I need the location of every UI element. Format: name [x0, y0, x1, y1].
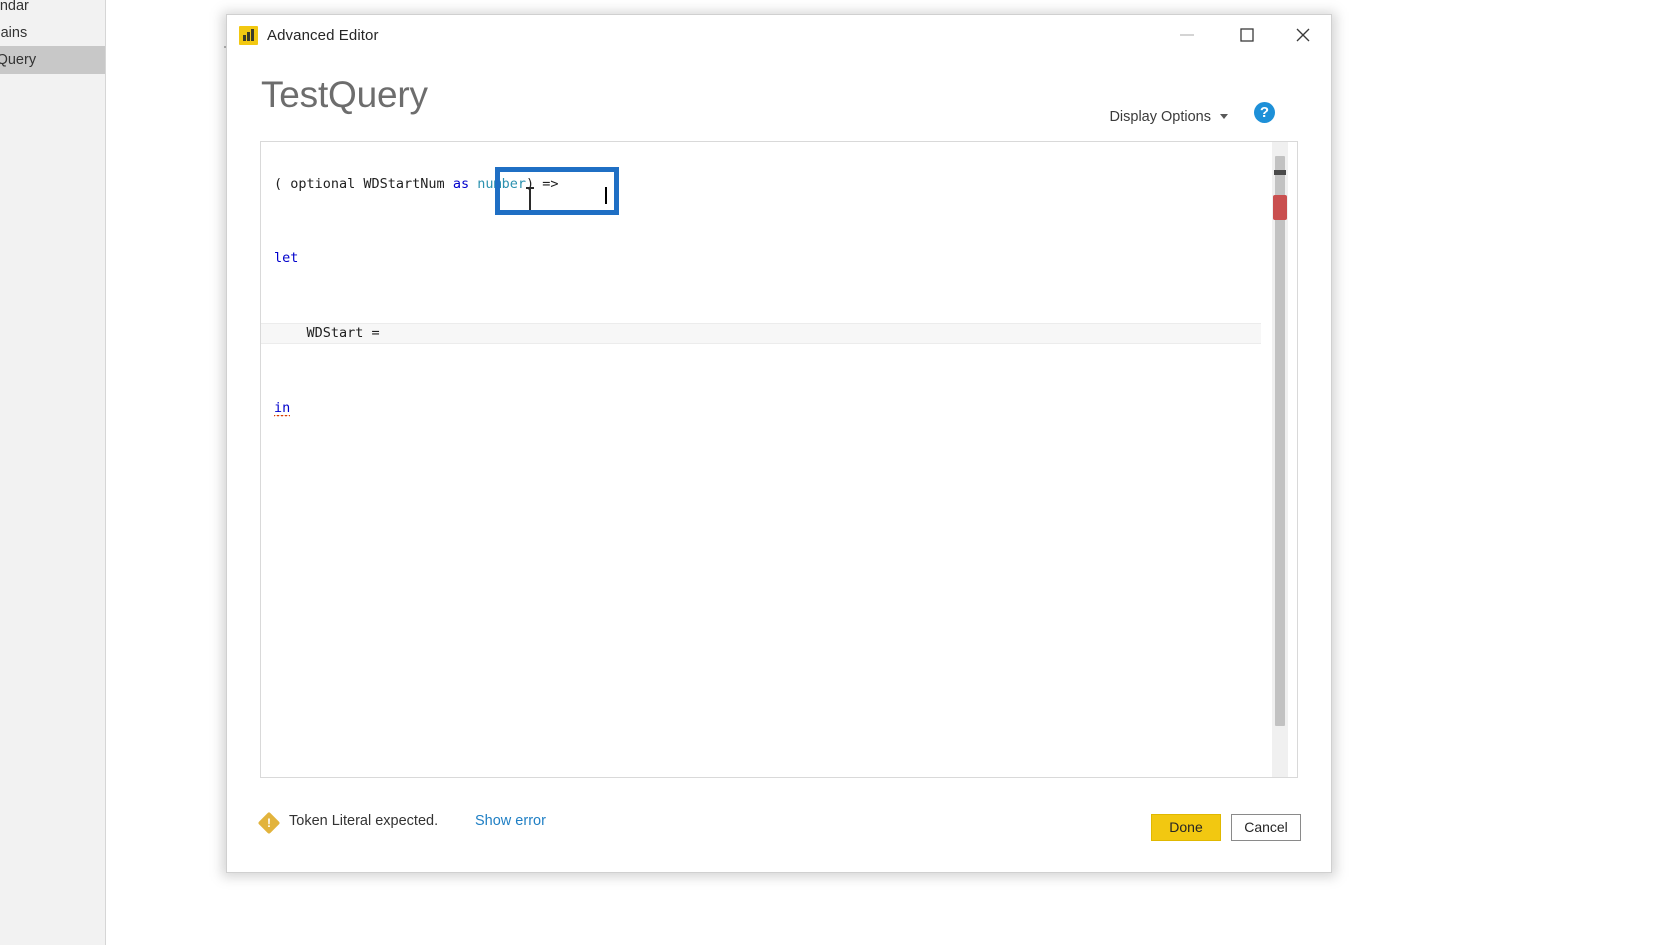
code-token-type: number — [477, 176, 526, 192]
code-token: WDStart = — [274, 325, 388, 341]
advanced-editor-dialog: Advanced Editor TestQuery Display Option… — [226, 14, 1332, 873]
dialog-title-bar: Advanced Editor — [227, 15, 1331, 56]
mouse-ibeam-cursor — [526, 187, 534, 213]
done-button[interactable]: Done — [1151, 814, 1221, 841]
query-list-item-selected[interactable]: TestQuery — [0, 46, 105, 74]
code-line-active: WDStart = — [261, 323, 1261, 344]
close-icon — [1296, 28, 1310, 42]
scrollbar-thumb[interactable] — [1275, 156, 1285, 726]
close-button[interactable] — [1279, 15, 1327, 56]
show-error-link[interactable]: Show error — [475, 813, 546, 829]
scrollbar-cursor-marker — [1274, 170, 1286, 175]
code-token: ( optional WDStartNum — [274, 176, 453, 192]
code-token-keyword: as — [452, 176, 470, 192]
warning-icon: ! — [257, 811, 281, 835]
query-list-item[interactable]: Calendar — [0, 0, 105, 20]
dialog-title: Advanced Editor — [267, 27, 379, 44]
minimize-icon — [1180, 34, 1194, 36]
error-message: Token Literal expected. — [289, 813, 439, 829]
code-line: let — [261, 249, 1261, 268]
code-content: ( optional WDStartNum as number) => let … — [261, 142, 1261, 455]
scrollbar-error-marker[interactable] — [1273, 195, 1287, 220]
code-token-keyword: let — [274, 250, 299, 266]
query-list-item[interactable]: Domains — [0, 19, 105, 47]
maximize-icon — [1240, 28, 1254, 42]
maximize-button[interactable] — [1223, 15, 1271, 56]
power-bi-icon — [239, 26, 258, 45]
query-list-item-label: TestQuery — [0, 52, 37, 68]
code-line: ( optional WDStartNum as number) => — [261, 175, 1261, 194]
query-list-item-label: Calendar — [0, 0, 29, 14]
help-icon[interactable]: ? — [1254, 102, 1275, 123]
query-list-item-label: Domains — [0, 25, 28, 41]
code-token-error: in — [274, 400, 291, 416]
code-line: in — [261, 399, 1261, 418]
display-options-label: Display Options — [1109, 109, 1211, 125]
display-options-dropdown[interactable]: Display Options — [1109, 109, 1228, 125]
cancel-button[interactable]: Cancel — [1231, 814, 1301, 841]
minimize-button[interactable] — [1163, 15, 1211, 56]
chevron-down-icon — [1220, 114, 1228, 119]
page-title: TestQuery — [261, 74, 428, 115]
editor-scrollbar[interactable] — [1272, 142, 1288, 777]
queries-pane: Calendar Domains TestQuery — [0, 0, 106, 945]
code-editor[interactable]: ( optional WDStartNum as number) => let … — [260, 141, 1298, 778]
text-caret — [605, 187, 607, 204]
